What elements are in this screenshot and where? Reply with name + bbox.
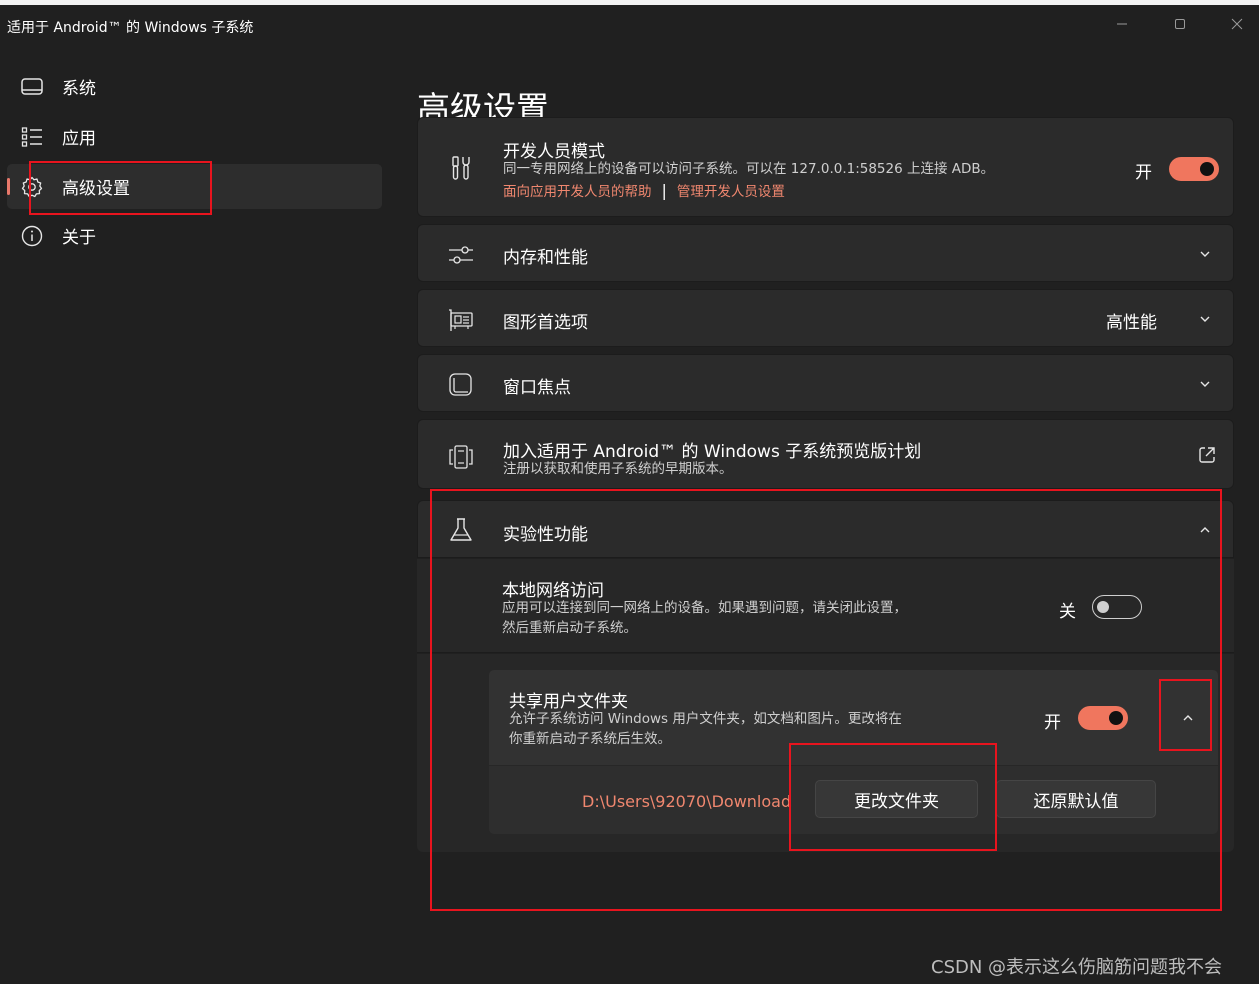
sidebar-item-label: 应用	[62, 129, 96, 149]
toggle-knob	[1200, 162, 1214, 176]
list-icon	[20, 125, 44, 149]
preview-program-description: 注册以获取和使用子系统的早期版本。	[503, 461, 733, 477]
annotation-box-advanced-settings	[29, 161, 212, 215]
sidebar-item-apps[interactable]: 应用	[7, 114, 382, 159]
chevron-down-icon	[1197, 246, 1213, 262]
monitor-icon	[20, 75, 44, 99]
developer-links: 面向应用开发人员的帮助 | 管理开发人员设置	[503, 180, 785, 200]
title-bar: 适用于 Android™ 的 Windows 子系统	[0, 5, 1259, 47]
selection-indicator	[7, 178, 10, 195]
close-button[interactable]	[1217, 9, 1257, 39]
developer-tools-icon	[446, 153, 476, 183]
maximize-icon	[1175, 19, 1185, 29]
window-focus-card[interactable]: 窗口焦点	[417, 354, 1234, 412]
developer-mode-description: 同一专用网络上的设备可以访问子系统。可以在 127.0.0.1:58526 上连…	[503, 161, 995, 177]
watermark: CSDN @表示这么伤脑筋问题我不会	[931, 957, 1223, 978]
developer-mode-toggle[interactable]	[1169, 157, 1219, 181]
window-icon	[446, 370, 476, 400]
info-icon	[20, 224, 44, 248]
memory-performance-card[interactable]: 内存和性能	[417, 224, 1234, 282]
memory-performance-title: 内存和性能	[503, 248, 588, 268]
gpu-icon	[446, 305, 476, 335]
manage-developer-settings-link[interactable]: 管理开发人员设置	[677, 184, 785, 200]
graphics-preference-value: 高性能	[1106, 313, 1157, 333]
sidebar-item-about[interactable]: 关于	[7, 213, 382, 258]
chevron-down-icon	[1197, 376, 1213, 392]
developer-mode-toggle-label: 开	[1135, 163, 1152, 183]
developer-mode-card: 开发人员模式 同一专用网络上的设备可以访问子系统。可以在 127.0.0.1:5…	[417, 117, 1234, 217]
sidebar-item-label: 系统	[62, 79, 96, 99]
minimize-button[interactable]	[1102, 9, 1142, 39]
preview-program-icon	[446, 442, 476, 472]
sidebar-item-label: 关于	[62, 228, 96, 248]
maximize-button[interactable]	[1160, 9, 1200, 39]
graphics-preference-title: 图形首选项	[503, 313, 588, 333]
minimize-icon	[1117, 23, 1127, 25]
annotation-box-expand-chevron	[1159, 679, 1212, 751]
annotation-box-change-folder	[789, 743, 997, 851]
graphics-preference-card[interactable]: 图形首选项 高性能	[417, 289, 1234, 347]
chevron-down-icon	[1197, 311, 1213, 327]
sidebar-item-system[interactable]: 系统	[7, 64, 382, 109]
sliders-icon	[446, 240, 476, 270]
close-icon	[1231, 18, 1243, 30]
window-focus-title: 窗口焦点	[503, 378, 571, 398]
preview-program-card[interactable]: 加入适用于 Android™ 的 Windows 子系统预览版计划 注册以获取和…	[417, 419, 1234, 489]
developer-help-link[interactable]: 面向应用开发人员的帮助	[503, 184, 652, 200]
window-title: 适用于 Android™ 的 Windows 子系统	[7, 20, 254, 36]
link-separator: |	[661, 181, 667, 200]
external-link-icon	[1197, 445, 1217, 465]
